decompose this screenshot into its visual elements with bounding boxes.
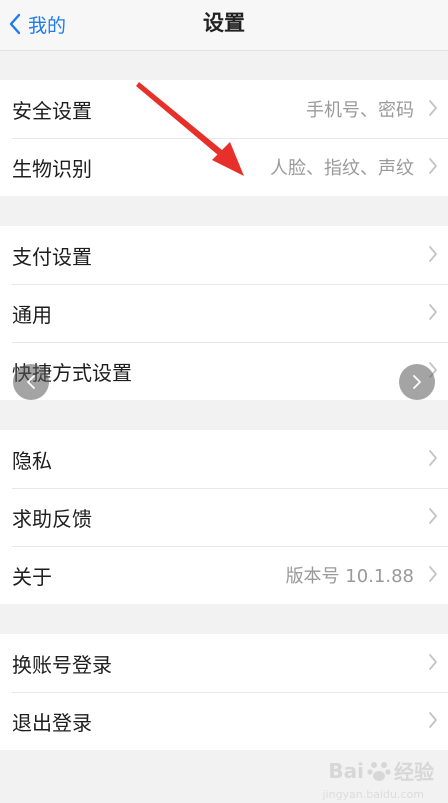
navigation-bar: 我的 设置	[0, 0, 448, 51]
chevron-right-icon	[413, 375, 421, 389]
version-detail: 版本号 10.1.88	[285, 566, 414, 587]
chevron-right-icon	[429, 654, 437, 670]
settings-row-feedback[interactable]: 求助反馈	[0, 488, 448, 546]
chevron-right-icon	[429, 304, 437, 320]
row-label: 换账号登录	[12, 652, 112, 677]
carousel-next-button[interactable]	[399, 364, 435, 400]
chevron-right-icon	[429, 158, 437, 174]
watermark-brand-a: Bai	[328, 758, 364, 783]
row-label: 通用	[12, 302, 52, 327]
chevron-right-icon	[429, 508, 437, 524]
chevron-right-icon	[429, 566, 437, 582]
settings-row-payment[interactable]: 支付设置	[0, 226, 448, 284]
settings-row-switch-account[interactable]: 换账号登录	[0, 634, 448, 692]
chevron-left-icon	[27, 375, 35, 389]
carousel-prev-button[interactable]	[13, 364, 49, 400]
row-detail: 手机号、密码	[306, 100, 414, 121]
baidu-watermark: Bai 经验	[328, 756, 434, 785]
settings-group-session: 换账号登录 退出登录	[0, 634, 448, 750]
row-label: 支付设置	[12, 244, 92, 269]
settings-row-security[interactable]: 安全设置 手机号、密码	[0, 80, 448, 138]
row-label: 生物识别	[12, 156, 92, 181]
row-label: 隐私	[12, 448, 52, 473]
row-detail: 人脸、指纹、声纹	[270, 158, 414, 179]
settings-row-logout[interactable]: 退出登录	[0, 692, 448, 750]
settings-group-account: 安全设置 手机号、密码 生物识别 人脸、指纹、声纹	[0, 80, 448, 196]
chevron-right-icon	[429, 450, 437, 466]
page-title: 设置	[203, 11, 245, 35]
watermark-url: jingyan.baidu.com	[322, 788, 424, 801]
paw-icon	[367, 761, 391, 781]
settings-row-about[interactable]: 关于 版本号 10.1.88	[0, 546, 448, 604]
settings-row-biometrics[interactable]: 生物识别 人脸、指纹、声纹	[0, 138, 448, 196]
row-label: 退出登录	[12, 710, 92, 735]
chevron-right-icon	[429, 100, 437, 116]
chevron-right-icon	[429, 712, 437, 728]
settings-group-general: 支付设置 通用 快捷方式设置	[0, 226, 448, 400]
watermark-brand-b: 经验	[394, 760, 434, 784]
settings-row-general[interactable]: 通用	[0, 284, 448, 342]
row-label: 安全设置	[12, 98, 92, 123]
settings-group-about: 隐私 求助反馈 关于 版本号 10.1.88	[0, 430, 448, 604]
settings-row-shortcuts[interactable]: 快捷方式设置	[0, 342, 448, 400]
chevron-right-icon	[429, 246, 437, 262]
row-label: 求助反馈	[12, 506, 92, 531]
settings-row-privacy[interactable]: 隐私	[0, 430, 448, 488]
row-label: 关于	[12, 564, 52, 589]
